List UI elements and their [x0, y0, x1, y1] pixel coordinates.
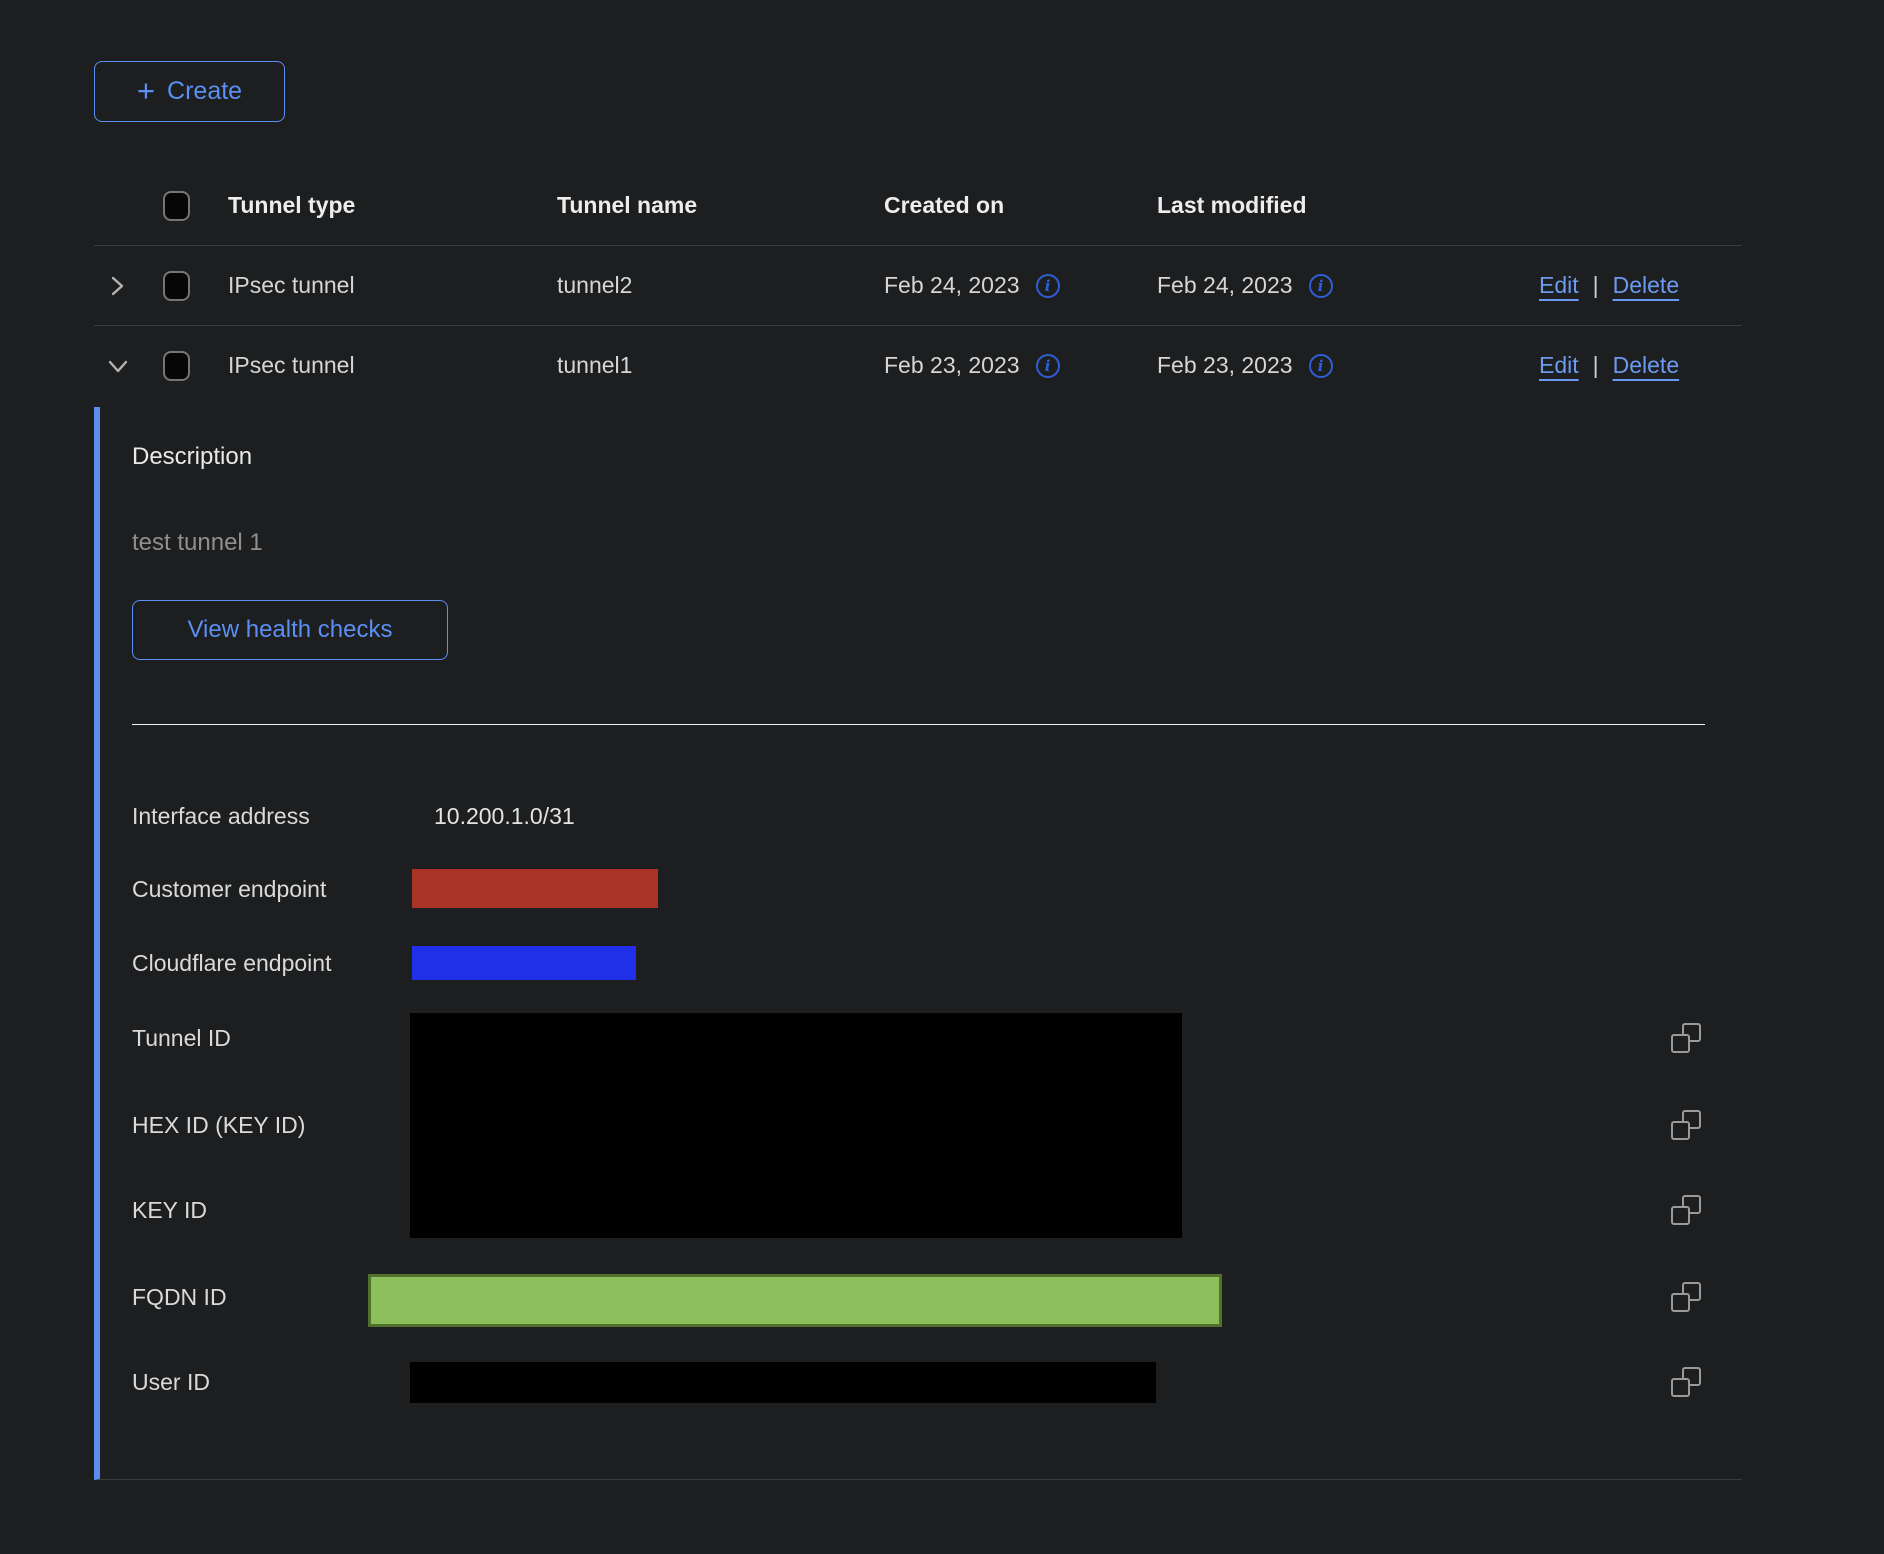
action-separator: |	[1593, 352, 1599, 379]
column-header-tunnel-name: Tunnel name	[557, 192, 884, 219]
cloudflare-endpoint-label: Cloudflare endpoint	[132, 948, 331, 978]
edit-link[interactable]: Edit	[1539, 272, 1579, 299]
description-value: test tunnel 1	[132, 529, 263, 557]
description-label: Description	[132, 443, 252, 471]
copy-icon[interactable]	[1671, 1110, 1701, 1140]
collapse-row-button[interactable]	[106, 355, 130, 377]
table-row: IPsec tunnel tunnel2 Feb 24, 2023 i Feb …	[94, 246, 1742, 326]
created-on-cell: Feb 24, 2023 i	[884, 272, 1157, 299]
plus-icon: +	[137, 75, 155, 106]
cloudflare-endpoint-redacted-value	[412, 946, 636, 980]
created-on-date: Feb 23, 2023	[884, 352, 1020, 379]
tunnel-id-label: Tunnel ID	[132, 1023, 231, 1053]
info-icon[interactable]: i	[1036, 354, 1060, 378]
delete-link[interactable]: Delete	[1613, 352, 1679, 379]
copy-icon[interactable]	[1671, 1367, 1701, 1397]
interface-address-label: Interface address	[132, 801, 310, 831]
user-id-label: User ID	[132, 1367, 210, 1397]
chevron-right-icon	[106, 274, 128, 298]
column-header-tunnel-type: Tunnel type	[228, 192, 557, 219]
select-row-checkbox[interactable]	[163, 271, 190, 301]
expand-row-button[interactable]	[106, 274, 128, 298]
row-actions: Edit | Delete	[1539, 272, 1742, 299]
table-header-row: Tunnel type Tunnel name Created on Last …	[94, 166, 1742, 246]
ids-redacted-value	[410, 1013, 1182, 1238]
section-divider	[132, 724, 1705, 725]
copy-icon[interactable]	[1671, 1282, 1701, 1312]
fqdn-id-redacted-value	[368, 1274, 1222, 1327]
tunnel-detail-panel: Description test tunnel 1 View health ch…	[94, 407, 1742, 1480]
last-modified-cell: Feb 24, 2023 i	[1157, 272, 1539, 299]
created-on-cell: Feb 23, 2023 i	[884, 352, 1157, 379]
customer-endpoint-redacted-value	[412, 869, 658, 908]
tunnel-type-cell: IPsec tunnel	[228, 352, 557, 379]
column-header-created-on: Created on	[884, 192, 1157, 219]
last-modified-cell: Feb 23, 2023 i	[1157, 352, 1539, 379]
select-row-checkbox[interactable]	[163, 351, 190, 381]
hex-id-label: HEX ID (KEY ID)	[132, 1110, 305, 1140]
tunnel-name-cell: tunnel2	[557, 272, 884, 299]
info-icon[interactable]: i	[1309, 354, 1333, 378]
interface-address-value: 10.200.1.0/31	[434, 801, 575, 831]
chevron-down-icon	[106, 355, 130, 377]
tunnel-name-cell: tunnel1	[557, 352, 884, 379]
info-icon[interactable]: i	[1309, 274, 1333, 298]
create-button[interactable]: + Create	[94, 61, 285, 122]
edit-link[interactable]: Edit	[1539, 352, 1579, 379]
column-header-last-modified: Last modified	[1157, 192, 1539, 219]
created-on-date: Feb 24, 2023	[884, 272, 1020, 299]
last-modified-date: Feb 23, 2023	[1157, 352, 1293, 379]
key-id-label: KEY ID	[132, 1195, 207, 1225]
fqdn-id-label: FQDN ID	[132, 1282, 227, 1312]
row-actions: Edit | Delete	[1539, 352, 1742, 379]
tunnels-table: Tunnel type Tunnel name Created on Last …	[94, 166, 1742, 405]
delete-link[interactable]: Delete	[1613, 272, 1679, 299]
table-row: IPsec tunnel tunnel1 Feb 23, 2023 i Feb …	[94, 326, 1742, 405]
info-icon[interactable]: i	[1036, 274, 1060, 298]
create-button-label: Create	[167, 77, 242, 106]
last-modified-date: Feb 24, 2023	[1157, 272, 1293, 299]
select-all-checkbox[interactable]	[163, 191, 190, 221]
view-health-checks-button[interactable]: View health checks	[132, 600, 448, 660]
user-id-redacted-value	[410, 1362, 1156, 1403]
action-separator: |	[1593, 272, 1599, 299]
copy-icon[interactable]	[1671, 1195, 1701, 1225]
copy-icon[interactable]	[1671, 1023, 1701, 1053]
tunnel-type-cell: IPsec tunnel	[228, 272, 557, 299]
tunnels-page: + Create Tunnel type Tunnel name Created…	[0, 0, 1884, 1554]
customer-endpoint-label: Customer endpoint	[132, 874, 326, 904]
